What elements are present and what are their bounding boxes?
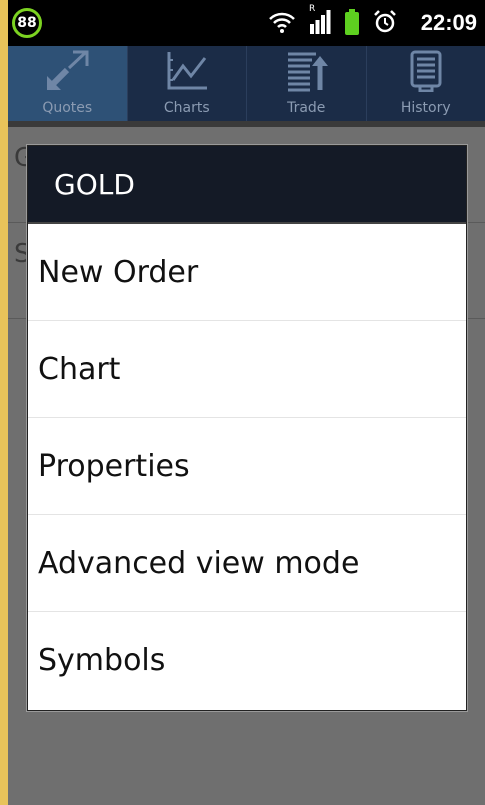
menu-item-chart[interactable]: Chart [28,321,466,418]
tab-charts[interactable]: Charts [128,46,247,122]
tab-label: Quotes [42,100,93,116]
roaming-indicator: R [309,4,316,14]
battery-icon [345,9,359,39]
wifi-icon [269,11,295,37]
menu-item-new-order[interactable]: New Order [28,224,466,321]
trade-list-icon [284,50,329,100]
quotes-arrows-icon [45,50,89,100]
menu-item-advanced-view-mode[interactable]: Advanced view mode [28,515,466,612]
history-document-icon [404,50,448,100]
menu-item-symbols[interactable]: Symbols [28,612,466,709]
alarm-icon [373,10,397,38]
phone-screen: 88 R 22:09 Quotes Charts Trade History G… [8,0,485,805]
tab-history[interactable]: History [367,46,485,122]
tab-bar: Quotes Charts Trade History [8,46,485,122]
tab-trade[interactable]: Trade [247,46,367,122]
status-icons: R [269,4,397,39]
chart-line-icon [165,50,209,100]
tab-label: Charts [163,100,210,116]
status-bar: 88 R 22:09 [8,0,485,46]
tab-quotes[interactable]: Quotes [8,46,128,122]
tab-label: History [400,100,451,116]
dialog-title: GOLD [28,146,466,224]
context-menu-dialog: GOLD New Order Chart Properties Advanced… [27,145,467,711]
signal-icon: R [309,4,331,38]
battery-percent-badge: 88 [12,8,42,38]
clock: 22:09 [420,10,477,35]
tab-label: Trade [287,100,326,116]
menu-item-properties[interactable]: Properties [28,418,466,515]
